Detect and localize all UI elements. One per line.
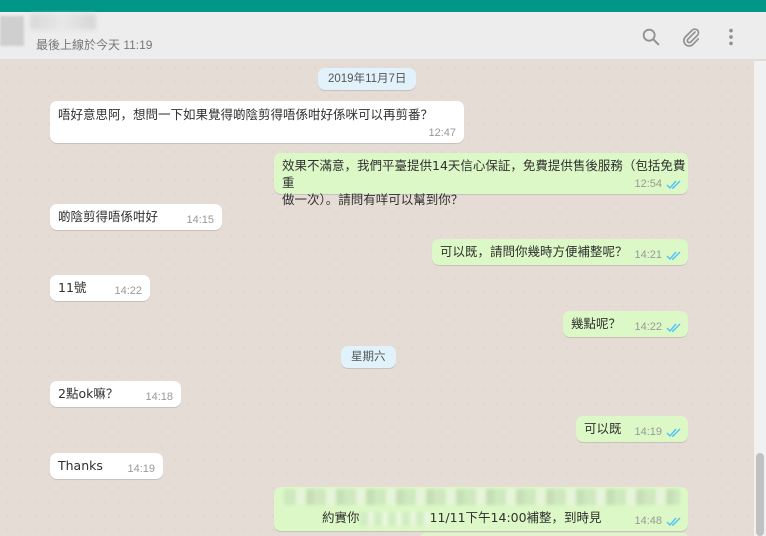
message-text: 唔好意思阿，想問一下如果覺得啲陰剪得唔係咁好係咪可以再剪番？ [58, 107, 434, 122]
message-time: 14:21 [634, 249, 662, 261]
message-text: 可以既 [584, 421, 622, 436]
read-receipt-icon [666, 180, 681, 190]
attach-icon[interactable] [680, 26, 702, 48]
message-time: 14:22 [114, 285, 142, 297]
message-text: 2點ok嘛？ [58, 386, 119, 401]
menu-icon[interactable] [720, 26, 742, 48]
scrollbar[interactable] [754, 61, 766, 536]
incoming-message[interactable]: 2點ok嘛？ 14:18 [50, 381, 181, 407]
date-separator: 星期六 [341, 346, 396, 368]
incoming-message[interactable]: Thanks 14:19 [50, 453, 163, 479]
incoming-message[interactable]: 唔好意思阿，想問一下如果覺得啲陰剪得唔係咁好係咪可以再剪番？ 12:47 [50, 101, 464, 143]
read-receipt-icon [666, 517, 681, 527]
outgoing-message[interactable]: 可以既，請問你幾時方便補整呢？ 14:21 [432, 239, 688, 265]
scrollbar-thumb[interactable] [756, 453, 764, 536]
message-text: 可以既，請問你幾時方便補整呢？ [440, 244, 628, 259]
message-text: Thanks [58, 458, 103, 473]
search-icon[interactable] [640, 26, 662, 48]
message-text: 11號 [58, 280, 87, 295]
message-time: 14:22 [634, 321, 662, 333]
contact-name-redacted[interactable] [30, 14, 96, 30]
message-list[interactable]: 2019年11月7日 唔好意思阿，想問一下如果覺得啲陰剪得唔係咁好係咪可以再剪番… [0, 61, 754, 536]
contact-avatar[interactable] [0, 16, 24, 46]
date-separator: 2019年11月7日 [318, 68, 417, 90]
read-receipt-icon [666, 251, 681, 261]
message-time: 14:19 [127, 463, 155, 475]
message-time: 12:47 [428, 127, 456, 139]
message-time: 12:54 [634, 178, 662, 190]
message-text: 效果不滿意，我們平臺提供14天信心保証，免費提供售後服務（包括免費重 做一次）。請… [282, 158, 686, 207]
chat-header: 最後上線於今天 11:19 [0, 12, 766, 60]
read-receipt-icon [666, 323, 681, 333]
app-top-bar [0, 0, 766, 12]
redacted-text [284, 489, 680, 505]
message-time: 14:15 [186, 214, 214, 226]
outgoing-message[interactable]: 可以既 14:19 [576, 416, 688, 442]
outgoing-message[interactable]: 效果不滿意，我們平臺提供14天信心保証，免費提供售後服務（包括免費重 做一次）。請… [274, 153, 688, 207]
last-seen-status: 最後上線於今天 11:19 [36, 38, 153, 52]
read-receipt-icon [666, 428, 681, 438]
message-time: 14:48 [634, 515, 662, 527]
incoming-message[interactable]: 11號 14:22 [50, 275, 150, 301]
redacted-name [359, 511, 430, 526]
message-time: 14:18 [145, 391, 173, 403]
message-text: 約實你 11/11下午14:00補整，到時見 [322, 510, 602, 526]
incoming-message[interactable]: 啲陰剪得唔係咁好 14:15 [50, 204, 222, 230]
message-time: 14:19 [634, 426, 662, 438]
message-text: 啲陰剪得唔係咁好 [58, 209, 159, 224]
outgoing-message[interactable]: 幾點呢？ 14:22 [563, 311, 688, 337]
message-text: 幾點呢？ [571, 316, 622, 331]
outgoing-message[interactable]: 約實你 11/11下午14:00補整，到時見 14:48 [274, 487, 688, 531]
